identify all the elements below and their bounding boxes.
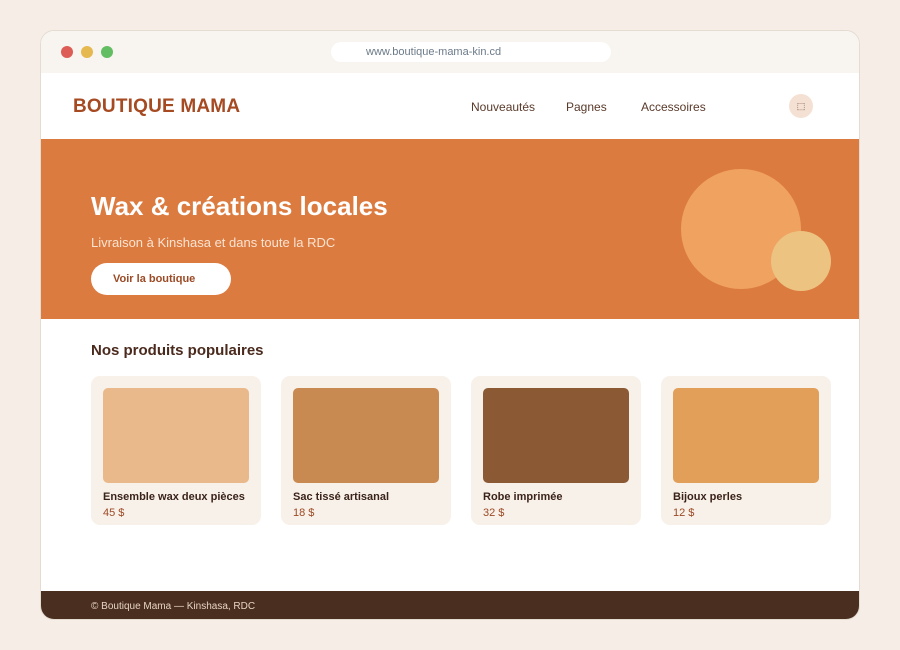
product-image	[293, 388, 439, 483]
address-bar[interactable]: www.boutique-mama-kin.cd	[331, 42, 611, 62]
nav-link-pagnes[interactable]: Pagnes	[566, 100, 607, 114]
maximize-window-dot[interactable]	[101, 46, 113, 58]
product-price: 45 $	[103, 507, 125, 519]
product-image	[673, 388, 819, 483]
decorative-circle-small	[771, 231, 831, 291]
product-image	[103, 388, 249, 483]
close-window-dot[interactable]	[61, 46, 73, 58]
product-card[interactable]: Sac tissé artisanal 18 $	[281, 376, 451, 525]
product-price: 12 $	[673, 507, 695, 519]
site-footer: © Boutique Mama — Kinshasa, RDC	[41, 591, 859, 619]
product-name: Robe imprimée	[483, 491, 563, 503]
product-card[interactable]: Bijoux perles 12 $	[661, 376, 831, 525]
nav-link-accessoires[interactable]: Accessoires	[641, 100, 706, 114]
section-title: Nos produits populaires	[91, 342, 264, 359]
browser-chrome: www.boutique-mama-kin.cd	[41, 31, 859, 73]
product-name: Bijoux perles	[673, 491, 743, 503]
hero-title: Wax & créations locales	[91, 191, 388, 221]
browser-window: www.boutique-mama-kin.cd BOUTIQUE MAMA N…	[40, 30, 860, 620]
shop-cta-button[interactable]: Voir la boutique	[91, 263, 231, 295]
site-header: BOUTIQUE MAMA Nouveautés Pagnes Accessoi…	[41, 73, 859, 139]
product-price: 32 $	[483, 507, 505, 519]
nav-link-nouveautes[interactable]: Nouveautés	[471, 100, 535, 114]
product-name: Ensemble wax deux pièces	[103, 491, 245, 503]
product-image	[483, 388, 629, 483]
cart-icon[interactable]: ⬚	[789, 94, 813, 118]
product-card[interactable]: Robe imprimée 32 $	[471, 376, 641, 525]
site-logo[interactable]: BOUTIQUE MAMA	[73, 96, 240, 118]
product-price: 18 $	[293, 507, 315, 519]
hero-subtitle: Livraison à Kinshasa et dans toute la RD…	[91, 235, 336, 250]
hero-banner: Wax & créations locales Livraison à Kins…	[41, 139, 859, 319]
minimize-window-dot[interactable]	[81, 46, 93, 58]
product-card[interactable]: Ensemble wax deux pièces 45 $	[91, 376, 261, 525]
footer-copyright: © Boutique Mama — Kinshasa, RDC	[91, 601, 256, 612]
product-name: Sac tissé artisanal	[293, 491, 390, 503]
